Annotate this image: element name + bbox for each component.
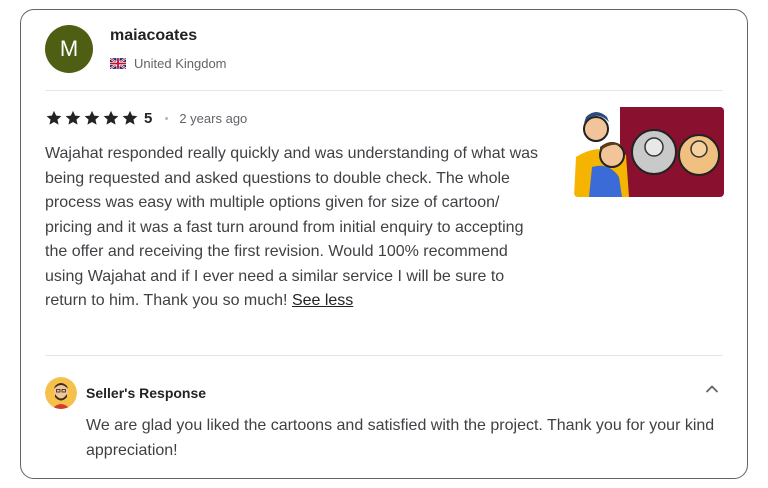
review-time: 2 years ago	[179, 110, 248, 126]
delivery-thumbnail[interactable]	[574, 107, 724, 197]
star-rating	[45, 109, 139, 127]
seller-avatar[interactable]	[45, 377, 77, 409]
star-icon	[65, 110, 81, 125]
response-divider	[45, 355, 723, 356]
rating-value: 5	[144, 109, 153, 127]
country-name: United Kingdom	[134, 56, 227, 71]
reviewer-avatar[interactable]: M	[45, 25, 93, 73]
review-text-block: Wajahat responded really quickly and was…	[45, 142, 550, 314]
chevron-up-icon[interactable]	[704, 381, 720, 397]
rating-row: 5 2 years ago	[45, 108, 247, 128]
separator-dot	[165, 116, 169, 120]
seller-response-title: Seller's Response	[86, 385, 207, 401]
reviewer-initial: M	[59, 36, 79, 61]
star-icon	[84, 110, 100, 125]
see-less-link[interactable]: See less	[292, 292, 353, 309]
uk-flag-icon	[110, 58, 126, 69]
star-icon	[122, 110, 138, 125]
star-icon	[103, 110, 119, 125]
seller-response-text: We are glad you liked the cartoons and s…	[86, 417, 715, 459]
reviewer-country: United Kingdom	[110, 56, 227, 71]
star-icon	[46, 110, 62, 125]
header-divider	[45, 90, 723, 91]
review-text: Wajahat responded really quickly and was…	[45, 145, 539, 309]
reviewer-username[interactable]: maiacoates	[110, 27, 197, 45]
